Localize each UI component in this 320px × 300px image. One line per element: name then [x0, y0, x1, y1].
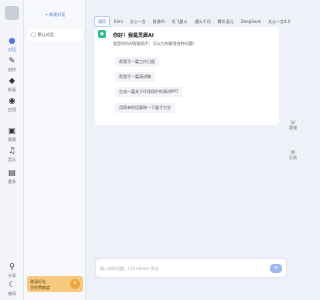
rail-item-label: 视频 [8, 137, 16, 142]
suggestion-item[interactable]: 生成一篇关于环境保护的演讲PPT [115, 87, 183, 97]
new-chat-button[interactable]: + 新建对话 [28, 10, 82, 20]
rail-item-draw[interactable]: ◆ 绘画 [0, 76, 24, 96]
rail-item-create[interactable]: ✎ 创作 [0, 56, 24, 76]
feedback-label: 反馈 [289, 155, 297, 160]
rail-item-chat[interactable]: ● 对话 [0, 36, 24, 56]
icon-rail: ● 对话 ✎ 创作 ◆ 绘画 ◉ 应用 ▣ 视频 ♫ 音乐 ▤ 更多 ⚲ 分享 … [0, 0, 24, 300]
tab-kimi[interactable]: Kimi [111, 16, 126, 27]
welcome-card: ◆ 你好！我是灵犀AI 我是你的AI智能助手，可以为你解答各种问题！ 帮我写一篇… [95, 27, 279, 125]
rail-item-apps[interactable]: ◉ 应用 [0, 96, 24, 116]
apps-icon: ◉ [8, 96, 16, 105]
chat-icon: ● [8, 36, 16, 45]
conversation-item[interactable]: ▢ 默认对话 [27, 29, 83, 41]
rail-item-label: 音乐 [8, 157, 16, 162]
pen-icon: ✎ [8, 56, 16, 65]
rail-item-label: 更多 [8, 179, 16, 184]
model-tabs: 通用 Kimi 文心一言 智谱AI 讯飞星火 通义千问 腾讯混元 DeepSeek 文心一言4.… [94, 8, 294, 27]
tab-wenxin[interactable]: 文心一言 [127, 16, 149, 27]
more-icon: ▤ [8, 168, 16, 177]
suggestion-item[interactable]: 帮我写一篇工作日报 [115, 57, 159, 67]
tab-tongyi[interactable]: 通义千问 [192, 16, 214, 27]
rail-item-label: 分享 [8, 273, 16, 278]
promo-subtitle: 领免费额度 [30, 285, 50, 290]
rail-item-more[interactable]: ▤ 更多 [0, 168, 24, 188]
rail-item-label: 绘画 [8, 87, 16, 92]
message-icon: ▢ [31, 32, 36, 38]
rail-item-share[interactable]: ⚲ 分享 [0, 262, 24, 282]
brush-icon: ◆ [8, 76, 16, 85]
rail-item-music[interactable]: ♫ 音乐 [0, 146, 24, 166]
conversation-title: 默认对话 [37, 32, 54, 37]
promo-title: 邀请好友 [30, 279, 46, 284]
rail-item-label: 创作 [8, 67, 16, 72]
tab-general[interactable]: 通用 [94, 16, 110, 27]
invite-promo-card[interactable]: 邀请好友 领免费额度 ¥ [27, 276, 83, 292]
app-logo [5, 6, 19, 20]
tab-hunyuan[interactable]: 腾讯混元 [215, 16, 237, 27]
coin-icon: ¥ [70, 279, 80, 289]
send-button[interactable]: ➤ [270, 264, 282, 273]
greeting-intro: 我是你的AI智能助手，可以为你解答各种问题！ [113, 41, 197, 46]
share-icon: ⚲ [9, 262, 15, 271]
greeting-title: 你好！我是灵犀AI [113, 33, 154, 39]
moon-icon: ☾ [8, 280, 16, 289]
suggestion-item[interactable]: 用简单的话解释一下量子力学 [115, 103, 175, 113]
message-input[interactable] [100, 264, 250, 273]
rail-item-label: 夜间 [8, 291, 16, 296]
rail-item-label: 应用 [8, 107, 16, 112]
rail-item-night[interactable]: ☾ 夜间 [0, 280, 24, 300]
rail-item-label: 对话 [8, 47, 16, 52]
main-panel: 通用 Kimi 文心一言 智谱AI 讯飞星火 通义千问 腾讯混元 DeepSeek 文心一言4.… [86, 0, 300, 300]
tab-deepseek[interactable]: DeepSeek [238, 16, 264, 27]
music-icon: ♫ [8, 146, 16, 155]
tab-xunfei[interactable]: 讯飞星火 [169, 16, 191, 27]
conversation-sidebar: + 新建对话 ▢ 默认对话 邀请好友 领免费额度 ¥ [24, 0, 86, 300]
tab-wenxin-4[interactable]: 文心一言4.0 [265, 16, 293, 27]
tab-zhipu[interactable]: 智谱AI [150, 16, 168, 27]
service-button[interactable]: ☏ 客服 [288, 120, 298, 130]
service-label: 客服 [289, 125, 297, 130]
message-composer: ➤ [95, 258, 287, 278]
bot-avatar-icon: ◆ [98, 30, 106, 38]
rail-item-video[interactable]: ▣ 视频 [0, 126, 24, 146]
feedback-button[interactable]: ✉ 反馈 [288, 150, 298, 160]
video-icon: ▣ [8, 126, 16, 135]
suggestion-item[interactable]: 帮我写一篇演讲稿 [115, 72, 155, 82]
